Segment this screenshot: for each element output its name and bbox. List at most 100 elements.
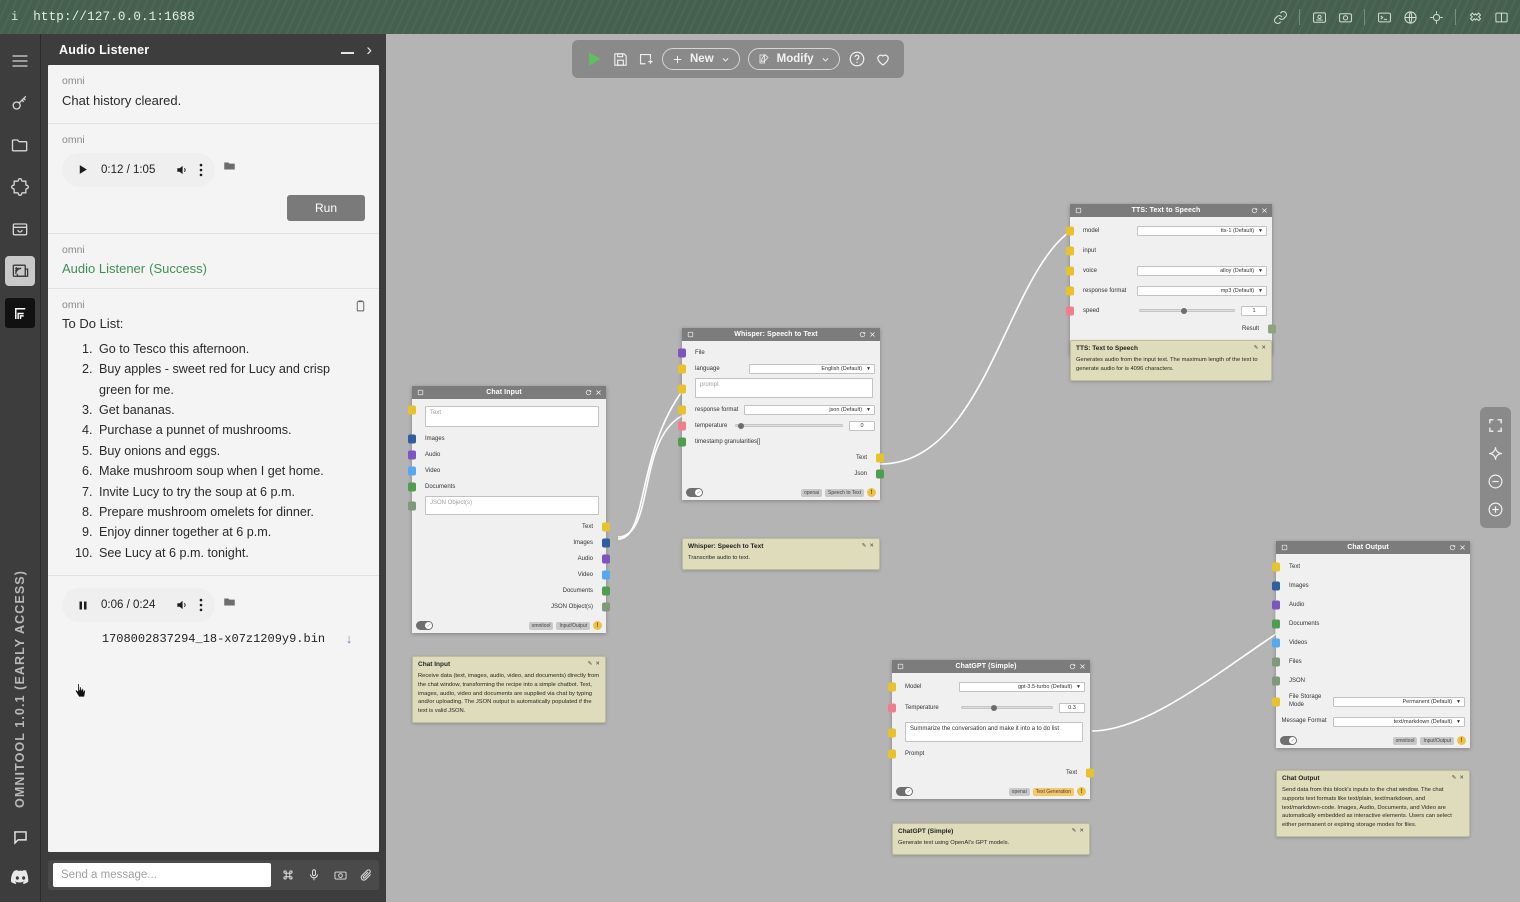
- close-icon[interactable]: [1077, 663, 1087, 670]
- help-icon[interactable]: [848, 50, 866, 68]
- port-file-in[interactable]: [678, 348, 686, 357]
- terminal-icon[interactable]: [1371, 6, 1397, 28]
- node-chatgpt-simple[interactable]: ChatGPT (Simple) Model gpt-3.5-turbo (De…: [888, 660, 1094, 799]
- input-row-input[interactable]: input: [1066, 244, 1272, 257]
- input-row-images[interactable]: Images: [408, 432, 606, 445]
- node-header[interactable]: Whisper: Speech to Text: [682, 328, 880, 341]
- output-row-json[interactable]: Json: [682, 467, 884, 480]
- text-input-field[interactable]: Text: [425, 406, 599, 427]
- zoom-out-icon[interactable]: [1487, 473, 1504, 490]
- volume-icon[interactable]: [175, 163, 189, 177]
- node-tts-text-to-speech[interactable]: TTS: Text to Speech model tts-1 (Default…: [1066, 204, 1276, 355]
- refresh-icon[interactable]: [1249, 207, 1259, 214]
- port-instruction-in[interactable]: [888, 728, 896, 738]
- port-input-in[interactable]: [1066, 246, 1074, 255]
- close-icon[interactable]: ✕: [1459, 775, 1464, 781]
- model-select[interactable]: gpt-3.5-turbo (Default) ▼: [959, 681, 1085, 692]
- note-tts[interactable]: TTS: Text to Speech ✎ ✕ Generates audio …: [1070, 340, 1272, 381]
- input-row-audio[interactable]: Audio: [408, 448, 606, 461]
- address-bar[interactable]: http://127.0.0.1:1688: [33, 10, 195, 24]
- save-recipe-icon[interactable]: [612, 51, 629, 68]
- json-input-field[interactable]: JSON Object(s): [425, 496, 599, 515]
- port-documents-out[interactable]: [602, 586, 610, 595]
- discord-icon[interactable]: [5, 862, 35, 892]
- port-text-out[interactable]: [602, 522, 610, 531]
- input-row-video[interactable]: Video: [408, 464, 606, 477]
- copy-icon[interactable]: [354, 299, 367, 318]
- audio-player[interactable]: 0:12 / 1:05: [62, 152, 216, 187]
- port-audio-out[interactable]: [602, 554, 610, 563]
- node-enable-toggle[interactable]: ✓: [686, 488, 703, 497]
- minimize-button[interactable]: [341, 41, 355, 59]
- input-row-voice[interactable]: voice alloy (Default) ▼: [1066, 264, 1272, 277]
- port-json-out[interactable]: [876, 469, 884, 478]
- input-row-file-storage-mode[interactable]: File Storage Mode Permanent (Default) ▼: [1272, 693, 1470, 710]
- output-row-json[interactable]: JSON Object(s): [412, 600, 610, 613]
- warning-icon[interactable]: !: [1077, 787, 1086, 796]
- input-row-files[interactable]: Files: [1272, 655, 1470, 668]
- node-header[interactable]: ChatGPT (Simple): [892, 660, 1090, 673]
- port-temperature-in[interactable]: [888, 703, 896, 712]
- voice-select[interactable]: alloy (Default) ▼: [1137, 265, 1267, 276]
- chat-messages[interactable]: omni Chat history cleared. omni 0:12 / 1…: [48, 65, 379, 852]
- expand-button[interactable]: ›: [366, 41, 372, 58]
- node-header[interactable]: Chat Input: [412, 386, 606, 399]
- output-row-documents[interactable]: Documents: [412, 584, 610, 597]
- input-row-prompt[interactable]: Prompt: [888, 747, 1090, 760]
- node-chat-input[interactable]: Chat Input Text Images Audio Video Docum…: [408, 386, 610, 633]
- command-icon[interactable]: [275, 868, 301, 882]
- extension-icon[interactable]: [1462, 6, 1488, 28]
- output-row-text[interactable]: Text: [682, 451, 884, 464]
- menu-icon[interactable]: [5, 46, 35, 76]
- input-row-text[interactable]: Text: [1272, 560, 1470, 573]
- output-row-audio[interactable]: Audio: [412, 552, 610, 565]
- refresh-icon[interactable]: [1447, 544, 1457, 551]
- favorite-icon[interactable]: [874, 50, 892, 68]
- close-icon[interactable]: [593, 389, 603, 396]
- edit-icon[interactable]: ✎: [1254, 345, 1259, 351]
- close-icon[interactable]: ✕: [1079, 828, 1084, 834]
- temperature-slider[interactable]: [735, 423, 843, 429]
- node-enable-toggle[interactable]: ✓: [896, 787, 913, 796]
- input-row-videos[interactable]: Videos: [1272, 636, 1470, 649]
- node-enable-toggle[interactable]: ✓: [1280, 736, 1297, 745]
- output-row-video[interactable]: Video: [412, 568, 610, 581]
- port-prompt-in[interactable]: [888, 749, 896, 758]
- zoom-in-icon[interactable]: [1487, 501, 1504, 518]
- microphone-icon[interactable]: [301, 868, 327, 882]
- port-json-out[interactable]: [602, 602, 610, 611]
- port-json-in[interactable]: [408, 501, 416, 511]
- audio-player[interactable]: 0:06 / 0:24: [62, 588, 216, 623]
- port-audio-in[interactable]: [1272, 600, 1280, 609]
- temperature-value[interactable]: 0: [849, 420, 875, 431]
- image-capture-icon[interactable]: [1306, 6, 1332, 28]
- warning-icon[interactable]: !: [1457, 736, 1466, 745]
- file-storage-mode-select[interactable]: Permanent (Default) ▼: [1333, 696, 1465, 707]
- port-videos-in[interactable]: [1272, 638, 1280, 647]
- node-header[interactable]: Chat Output: [1276, 541, 1470, 554]
- node-whisper-speech-to-text[interactable]: Whisper: Speech to Text File language En…: [678, 328, 884, 500]
- box-icon[interactable]: [5, 214, 35, 244]
- target-icon[interactable]: [1423, 6, 1449, 28]
- port-text-in[interactable]: [408, 405, 416, 415]
- refresh-icon[interactable]: [857, 331, 867, 338]
- port-json-in[interactable]: [1272, 676, 1280, 685]
- warning-icon[interactable]: !: [593, 621, 602, 630]
- input-row-response-format[interactable]: response format mp3 (Default) ▼: [1066, 284, 1272, 297]
- recipe-canvas[interactable]: New Modify Chat Input Text Images Audio …: [386, 34, 1520, 902]
- port-video-in[interactable]: [408, 466, 416, 475]
- run-recipe-icon[interactable]: [584, 49, 604, 69]
- more-options-icon[interactable]: [199, 598, 203, 612]
- fit-screen-icon[interactable]: [1487, 417, 1504, 434]
- modify-button[interactable]: Modify: [747, 48, 840, 70]
- output-row-result[interactable]: Result: [1070, 322, 1276, 335]
- port-response-format-in[interactable]: [1066, 286, 1074, 295]
- node-header[interactable]: TTS: Text to Speech: [1070, 204, 1272, 217]
- volume-icon[interactable]: [175, 598, 189, 612]
- port-documents-in[interactable]: [408, 482, 416, 491]
- response-format-select[interactable]: json (Default) ▼: [744, 404, 875, 415]
- edit-icon[interactable]: ✎: [862, 543, 867, 549]
- input-row-images[interactable]: Images: [1272, 579, 1470, 592]
- port-text-in[interactable]: [1272, 562, 1280, 571]
- edit-icon[interactable]: ✎: [1452, 775, 1457, 781]
